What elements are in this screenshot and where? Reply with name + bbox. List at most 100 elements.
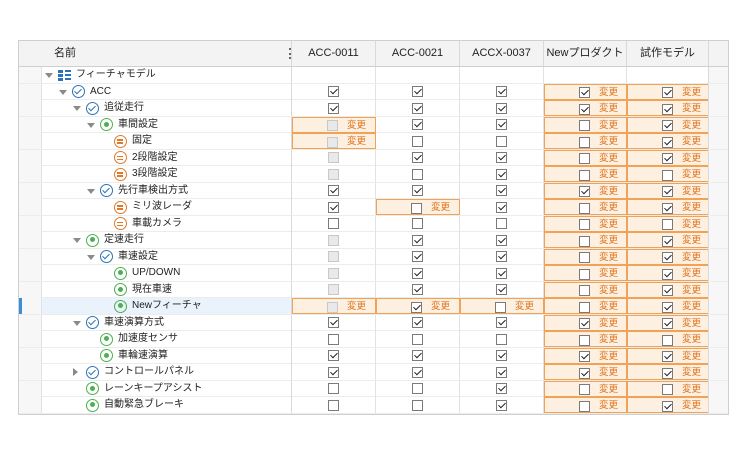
feature-checkbox[interactable] <box>412 284 423 295</box>
column-header-prototype-model[interactable]: 試作モデル <box>627 41 709 66</box>
matrix-cell[interactable] <box>460 397 544 413</box>
matrix-cell[interactable] <box>460 67 544 83</box>
feature-checkbox[interactable] <box>579 87 590 98</box>
name-cell[interactable]: 2段階設定 <box>41 149 292 166</box>
feature-checkbox[interactable] <box>412 234 423 246</box>
feature-checkbox[interactable] <box>328 201 339 213</box>
column-header-acc-0011[interactable]: ACC-0011 <box>292 41 376 66</box>
name-cell[interactable]: コントロールパネル <box>41 364 292 380</box>
feature-checkbox[interactable] <box>328 152 339 163</box>
matrix-cell[interactable]: 変更 <box>544 232 627 248</box>
feature-checkbox[interactable] <box>496 234 507 246</box>
matrix-cell[interactable] <box>292 182 376 199</box>
matrix-cell[interactable]: 変更 <box>544 314 627 331</box>
matrix-cell[interactable] <box>460 281 544 298</box>
column-header-new-product[interactable]: Newプロダクト <box>544 41 627 66</box>
matrix-cell[interactable]: 変更 <box>544 347 627 364</box>
table-row[interactable]: レーンキープアシスト 変更 変更 <box>19 380 728 397</box>
matrix-cell[interactable] <box>292 265 376 281</box>
matrix-cell[interactable] <box>292 248 376 265</box>
matrix-cell[interactable]: 変更 <box>544 265 627 281</box>
matrix-cell[interactable] <box>376 100 460 116</box>
matrix-cell[interactable]: 変更 <box>544 298 627 314</box>
matrix-cell[interactable]: 変更 <box>544 281 627 298</box>
collapse-toggle-icon[interactable] <box>87 122 95 128</box>
expand-toggle-icon[interactable] <box>73 368 78 376</box>
feature-checkbox[interactable] <box>579 120 590 131</box>
matrix-cell[interactable]: 変更 <box>292 133 376 149</box>
matrix-cell[interactable]: 変更 <box>460 298 544 314</box>
feature-checkbox[interactable] <box>579 301 590 313</box>
feature-checkbox[interactable] <box>495 301 506 313</box>
name-cell[interactable]: 3段階設定 <box>41 166 292 182</box>
matrix-cell[interactable] <box>460 331 544 347</box>
matrix-cell[interactable]: 変更 <box>627 133 709 149</box>
table-row[interactable]: 車載カメラ 変更 変更 <box>19 215 728 232</box>
feature-checkbox[interactable] <box>496 135 507 147</box>
feature-checkbox[interactable] <box>328 86 339 97</box>
feature-checkbox[interactable] <box>579 400 590 412</box>
feature-checkbox[interactable] <box>662 301 673 313</box>
name-cell[interactable]: ACC <box>41 83 292 100</box>
matrix-cell[interactable] <box>460 364 544 380</box>
matrix-cell[interactable] <box>460 265 544 281</box>
matrix-cell[interactable]: 変更 <box>544 182 627 199</box>
matrix-cell[interactable]: 変更 <box>627 100 709 116</box>
feature-checkbox[interactable] <box>328 366 339 378</box>
feature-checkbox[interactable] <box>412 399 423 411</box>
matrix-cell[interactable]: 変更 <box>544 83 627 100</box>
feature-checkbox[interactable] <box>496 333 507 345</box>
table-row[interactable]: 3段階設定 変更 変更 <box>19 166 728 183</box>
matrix-cell[interactable] <box>292 397 376 413</box>
matrix-cell[interactable] <box>292 347 376 364</box>
feature-checkbox[interactable] <box>328 218 339 229</box>
matrix-cell[interactable] <box>376 314 460 331</box>
collapse-toggle-icon[interactable] <box>45 73 53 78</box>
table-row[interactable]: 車間設定 変更 変更 変更 <box>19 116 728 133</box>
name-cell[interactable]: 現在車速 <box>41 281 292 298</box>
feature-checkbox[interactable] <box>579 153 590 164</box>
feature-checkbox[interactable] <box>496 383 507 394</box>
matrix-cell[interactable] <box>292 364 376 380</box>
feature-checkbox[interactable] <box>328 185 339 196</box>
feature-checkbox[interactable] <box>662 400 673 412</box>
feature-checkbox[interactable] <box>412 251 423 262</box>
feature-checkbox[interactable] <box>496 119 507 130</box>
matrix-cell[interactable]: 変更 <box>627 347 709 364</box>
feature-checkbox[interactable] <box>662 334 673 346</box>
name-cell[interactable]: ミリ波レーダ <box>41 199 292 215</box>
table-row[interactable]: コントロールパネル 変更 変更 <box>19 364 728 381</box>
feature-checkbox[interactable] <box>579 103 590 115</box>
collapse-toggle-icon[interactable] <box>73 106 81 111</box>
feature-checkbox[interactable] <box>579 219 590 230</box>
name-cell[interactable]: 車載カメラ <box>41 215 292 232</box>
feature-checkbox[interactable] <box>412 135 423 147</box>
matrix-cell[interactable]: 変更 <box>292 298 376 314</box>
table-row[interactable]: 車速設定 変更 変更 <box>19 248 728 265</box>
feature-checkbox[interactable] <box>662 169 673 181</box>
table-row[interactable]: フィーチャモデル <box>19 67 728 84</box>
feature-checkbox[interactable] <box>496 251 507 262</box>
matrix-cell[interactable] <box>376 166 460 182</box>
matrix-cell[interactable] <box>460 314 544 331</box>
feature-checkbox[interactable] <box>412 218 423 229</box>
collapse-toggle-icon[interactable] <box>73 238 81 243</box>
matrix-cell[interactable]: 変更 <box>544 199 627 215</box>
feature-checkbox[interactable] <box>579 169 590 181</box>
table-row[interactable]: 加速度センサ 変更 変更 <box>19 331 728 348</box>
matrix-cell[interactable] <box>460 182 544 199</box>
matrix-cell[interactable] <box>460 232 544 248</box>
matrix-cell[interactable] <box>292 67 376 83</box>
feature-checkbox[interactable] <box>412 119 423 130</box>
matrix-cell[interactable] <box>376 133 460 149</box>
matrix-cell[interactable]: 変更 <box>627 166 709 182</box>
matrix-cell[interactable]: 変更 <box>544 215 627 232</box>
matrix-cell[interactable] <box>376 182 460 199</box>
matrix-cell[interactable]: 変更 <box>292 116 376 133</box>
feature-checkbox[interactable] <box>412 86 423 97</box>
feature-checkbox[interactable] <box>328 267 339 279</box>
feature-checkbox[interactable] <box>411 202 422 214</box>
feature-checkbox[interactable] <box>412 333 423 345</box>
matrix-cell[interactable]: 変更 <box>544 380 627 397</box>
matrix-cell[interactable]: 変更 <box>627 149 709 166</box>
